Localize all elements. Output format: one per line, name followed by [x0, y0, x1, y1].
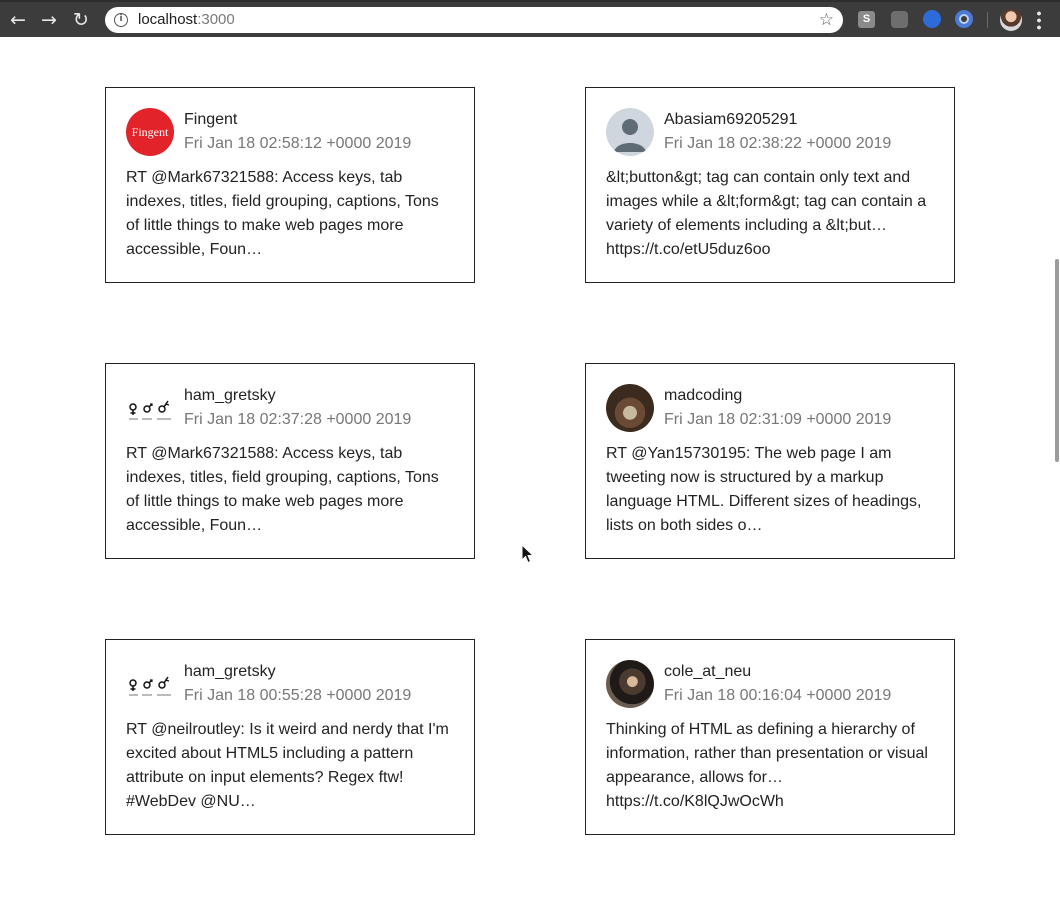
- blue-extension-icon[interactable]: [923, 10, 941, 28]
- default-user-icon: [614, 119, 646, 152]
- s-extension-icon[interactable]: S: [858, 11, 875, 28]
- gender-symbols-icon: [129, 676, 171, 696]
- tweet-card: madcoding Fri Jan 18 02:31:09 +0000 2019…: [585, 363, 955, 559]
- tweet-card: cole_at_neu Fri Jan 18 00:16:04 +0000 20…: [585, 639, 955, 835]
- avatar: Fingent: [126, 108, 174, 156]
- page-scrollbar[interactable]: [1054, 37, 1060, 910]
- kebab-menu-icon[interactable]: [1037, 10, 1041, 30]
- tweet-username: ham_gretsky: [184, 387, 276, 404]
- tweet-username: cole_at_neu: [664, 663, 752, 680]
- tweet-card: Fingent Fingent Fri Jan 18 02:58:12 +000…: [105, 87, 475, 283]
- avatar: [126, 384, 174, 432]
- avatar: [606, 384, 654, 432]
- arrow-left-icon[interactable]: ←: [7, 9, 29, 31]
- avatar: [606, 108, 654, 156]
- avatar: [126, 660, 174, 708]
- url-text[interactable]: localhost:3000: [138, 11, 235, 29]
- tweet-card: ham_gretsky Fri Jan 18 02:37:28 +0000 20…: [105, 363, 475, 559]
- avatar: [606, 660, 654, 708]
- tweet-timestamp: Fri Jan 18 02:58:12 +0000 2019: [184, 135, 412, 152]
- arrow-right-icon[interactable]: →: [38, 9, 60, 31]
- scrollbar-thumb[interactable]: [1055, 259, 1059, 462]
- star-icon[interactable]: ☆: [819, 9, 834, 31]
- tweet-timestamp: Fri Jan 18 02:38:22 +0000 2019: [664, 135, 892, 152]
- url-host: localhost: [138, 11, 198, 28]
- mouse-cursor-icon: [521, 544, 535, 564]
- bulb-extension-icon[interactable]: [891, 11, 908, 28]
- tweet-timestamp: Fri Jan 18 00:16:04 +0000 2019: [664, 687, 892, 704]
- gender-symbols-icon: [129, 400, 171, 420]
- tweet-username: Fingent: [184, 111, 238, 128]
- browser-toolbar: ← → ↻ i localhost:3000 ☆ S: [0, 0, 1060, 37]
- tweet-username: Abasiam69205291: [664, 111, 798, 128]
- address-bar[interactable]: i localhost:3000 ☆: [105, 7, 843, 33]
- tweet-timestamp: Fri Jan 18 02:37:28 +0000 2019: [184, 411, 412, 428]
- tweet-username: madcoding: [664, 387, 743, 404]
- tweet-text: Thinking of HTML as defining a hierarchy…: [606, 721, 928, 810]
- tweet-card: ham_gretsky Fri Jan 18 00:55:28 +0000 20…: [105, 639, 475, 835]
- tweet-text: RT @neilroutley: Is it weird and nerdy t…: [126, 721, 449, 810]
- tweet-timestamp: Fri Jan 18 00:55:28 +0000 2019: [184, 687, 412, 704]
- tweet-text: &lt;button&gt; tag can contain only text…: [606, 169, 927, 258]
- info-icon[interactable]: i: [114, 13, 128, 27]
- toolbar-divider: [987, 12, 988, 28]
- url-port: :3000: [197, 11, 235, 28]
- profile-avatar[interactable]: [1000, 9, 1022, 31]
- tweet-card: Abasiam69205291 Fri Jan 18 02:38:22 +000…: [585, 87, 955, 283]
- tweet-text: RT @Mark67321588: Access keys, tab index…: [126, 445, 439, 534]
- tweet-text: RT @Yan15730195: The web page I am tweet…: [606, 445, 922, 534]
- tweet-timestamp: Fri Jan 18 02:31:09 +0000 2019: [664, 411, 892, 428]
- tweet-username: ham_gretsky: [184, 663, 276, 680]
- reload-icon[interactable]: ↻: [70, 9, 92, 31]
- tweet-text: RT @Mark67321588: Access keys, tab index…: [126, 169, 439, 258]
- ring-extension-icon[interactable]: [955, 10, 973, 28]
